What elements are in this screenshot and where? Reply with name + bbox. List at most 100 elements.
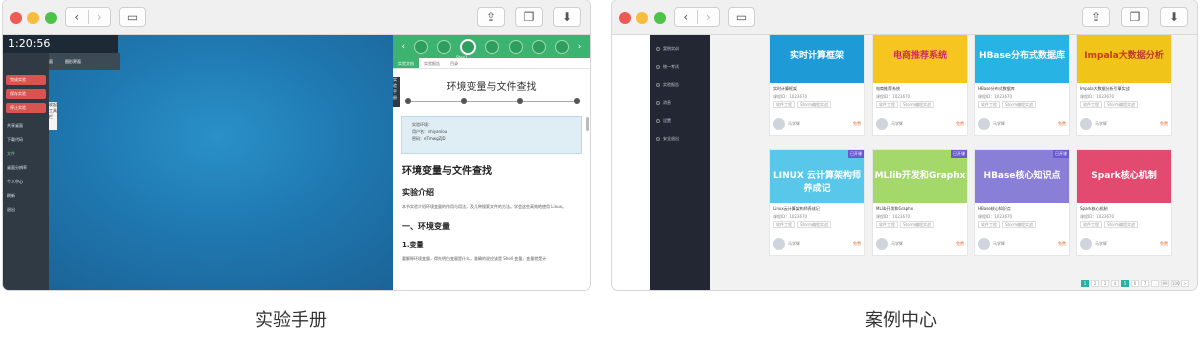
page-button[interactable]: 99 <box>1161 280 1169 287</box>
case-title[interactable]: Impala大数据分析引擎实战 <box>1077 83 1171 92</box>
case-card[interactable]: MLlib开发和Graphx 已开课 MLlib开发和Graphx 课程ID：1023… <box>872 149 968 256</box>
case-title[interactable]: HBase核心知识点 <box>975 203 1069 212</box>
menu-refresh[interactable]: 刷新 <box>3 189 49 203</box>
menu-download-code[interactable]: 下载代码 <box>3 133 49 147</box>
case-tag: 软件工程 <box>1080 221 1102 228</box>
menu-share-desktop[interactable]: 共享桌面 <box>3 119 49 133</box>
back-icon[interactable]: ‹ <box>675 10 697 24</box>
page-button[interactable]: 3 <box>1101 280 1109 287</box>
case-tag: 软件工程 <box>773 221 795 228</box>
manual-side-label[interactable]: 实验手册 <box>393 77 400 107</box>
step-circle[interactable] <box>414 39 429 54</box>
tab-doc[interactable]: 实验文档 <box>393 58 419 68</box>
case-grid: 实时计算框架 实时计算框架 课程ID：1023670 软件工程 Storm编程实战 马学辉… <box>710 35 1197 290</box>
case-thumbnail[interactable]: HBase分布式数据库 <box>975 35 1069 83</box>
next-icon[interactable]: › <box>578 42 582 52</box>
stop-lab-button[interactable]: 停止实验 <box>6 103 46 113</box>
intro-heading: 实验介绍 <box>402 188 434 197</box>
case-thumbnail[interactable]: Impala大数据分析 <box>1077 35 1171 83</box>
download-icon[interactable]: ⬇ <box>553 7 581 27</box>
page-button[interactable]: 5 <box>1121 280 1129 287</box>
menu-file[interactable]: 文件 <box>3 147 49 161</box>
menu-resolution[interactable]: 桌面分辨率 <box>3 161 49 175</box>
status-badge: 已开课 <box>1053 150 1069 158</box>
tab-report[interactable]: 实验报告 <box>419 58 445 68</box>
copy-icon[interactable]: ❐ <box>1121 7 1149 27</box>
share-icon[interactable]: ⇪ <box>1082 7 1110 27</box>
case-title[interactable]: MLlib开发和Graphx <box>873 203 967 212</box>
sidebar-item-exam[interactable]: 统一考试 <box>650 59 710 77</box>
case-title[interactable]: Spark核心机制 <box>1077 203 1171 212</box>
page-button[interactable]: ... <box>1151 280 1159 287</box>
case-thumbnail[interactable]: Spark核心机制 <box>1077 150 1171 203</box>
menu-profile[interactable]: 个人中心 <box>3 175 49 189</box>
case-thumbnail[interactable]: 实时计算框架 <box>770 35 864 83</box>
case-thumbnail[interactable]: MLlib开发和Graphx 已开课 <box>873 150 967 203</box>
back-icon[interactable]: ‹ <box>66 10 88 24</box>
case-thumbnail[interactable]: LINUX 云计算架构师养成记 已开课 <box>770 150 864 203</box>
step-circle[interactable] <box>554 39 569 54</box>
case-center-window: ‹ › ▭ ⇪ ❐ ⬇ 案例实训 统一考试 实验报告 消息 设置 安全退出 实时计… <box>612 0 1197 290</box>
sidebar-icon[interactable]: ▭ <box>119 7 146 27</box>
prev-icon[interactable]: ‹ <box>402 42 406 52</box>
case-title[interactable]: HBase分布式数据库 <box>975 83 1069 92</box>
page-button[interactable]: 4 <box>1111 280 1119 287</box>
page-button[interactable]: 6 <box>1131 280 1139 287</box>
remote-desktop[interactable] <box>3 35 393 290</box>
close-button[interactable] <box>619 12 631 24</box>
share-icon[interactable]: ⇪ <box>477 7 505 27</box>
finish-lab-button[interactable]: 完成实验 <box>6 75 46 85</box>
collapse-toolbar[interactable]: 收起工具栏 <box>49 102 57 130</box>
case-thumbnail-text: LINUX 云计算架构师养成记 <box>773 171 861 194</box>
case-card[interactable]: HBase核心知识点 已开课 HBase核心知识点 课程ID：1023670 软件工程 S… <box>974 149 1070 256</box>
case-thumbnail[interactable]: HBase核心知识点 已开课 <box>975 150 1069 203</box>
case-title[interactable]: 电商推荐系统 <box>873 83 967 92</box>
minimize-button[interactable] <box>27 12 39 24</box>
zoom-button[interactable] <box>45 12 57 24</box>
save-lab-button[interactable]: 保存实验 <box>6 89 46 99</box>
page-button[interactable]: 100 <box>1171 280 1180 287</box>
case-thumbnail[interactable]: 电商推荐系统 <box>873 35 967 83</box>
progress-dot <box>405 98 411 104</box>
doc-title: 环境变量与文件查找 <box>446 82 537 93</box>
case-title[interactable]: Linux云计算架构师养成记 <box>770 203 864 212</box>
case-card[interactable]: HBase分布式数据库 HBase分布式数据库 课程ID：1023670 软件工程 St… <box>974 35 1070 136</box>
download-icon[interactable]: ⬇ <box>1160 7 1188 27</box>
step-circle[interactable] <box>437 39 452 54</box>
close-button[interactable] <box>10 12 22 24</box>
sidebar-item-report[interactable]: 实验报告 <box>650 77 710 95</box>
menu-exit[interactable]: 退出 <box>3 203 49 217</box>
sidebar-item-settings[interactable]: 设置 <box>650 113 710 131</box>
copy-icon[interactable]: ❐ <box>515 7 543 27</box>
sidebar-item-cases[interactable]: 案例实训 <box>650 41 710 59</box>
sidebar-item-logout[interactable]: 安全退出 <box>650 131 710 149</box>
sidebar-icon[interactable]: ▭ <box>728 7 755 27</box>
case-card[interactable]: Impala大数据分析 Impala大数据分析引擎实战 课程ID：1023670 软件… <box>1076 35 1172 136</box>
page-button[interactable]: > <box>1181 280 1189 287</box>
case-title[interactable]: 实时计算框架 <box>770 83 864 92</box>
scrollbar[interactable] <box>586 117 589 131</box>
sidebar-item-messages[interactable]: 消息 <box>650 95 710 113</box>
case-tag: Storm编程实战 <box>900 221 935 228</box>
case-card[interactable]: 电商推荐系统 电商推荐系统 课程ID：1023670 软件工程 Storm编程实战 马学辉… <box>872 35 968 136</box>
zoom-button[interactable] <box>654 12 666 24</box>
doc-heading: 环境变量与文件查找 <box>402 166 492 177</box>
page-button[interactable]: 1 <box>1081 280 1089 287</box>
page-button[interactable]: 2 <box>1091 280 1099 287</box>
mode-graphic[interactable]: 图形界面 <box>59 59 87 65</box>
case-card[interactable]: 实时计算框架 实时计算框架 课程ID：1023670 软件工程 Storm编程实战 马学辉… <box>769 35 865 136</box>
case-card[interactable]: LINUX 云计算架构师养成记 已开课 Linux云计算架构师养成记 课程ID：102… <box>769 149 865 256</box>
case-card[interactable]: Spark核心机制 Spark核心机制 课程ID：1023670 软件工程 Storm编… <box>1076 149 1172 256</box>
page-button[interactable]: 7 <box>1141 280 1149 287</box>
case-footer: 马学辉 免费 <box>978 117 1066 131</box>
step-circle[interactable] <box>531 39 546 54</box>
step-circle[interactable] <box>485 39 500 54</box>
case-footer: 马学辉 免费 <box>773 237 861 251</box>
step-circle-active[interactable] <box>460 38 477 55</box>
case-author: 马学辉 <box>891 121 903 126</box>
forward-icon[interactable]: › <box>87 10 111 24</box>
forward-icon[interactable]: › <box>696 10 720 24</box>
lab-manual-panel: ‹ › Step1 实验文档 实验报告 目录 实验手册 环境变量与文件查找 实验… <box>393 35 590 290</box>
minimize-button[interactable] <box>636 12 648 24</box>
step-circle[interactable] <box>508 39 523 54</box>
